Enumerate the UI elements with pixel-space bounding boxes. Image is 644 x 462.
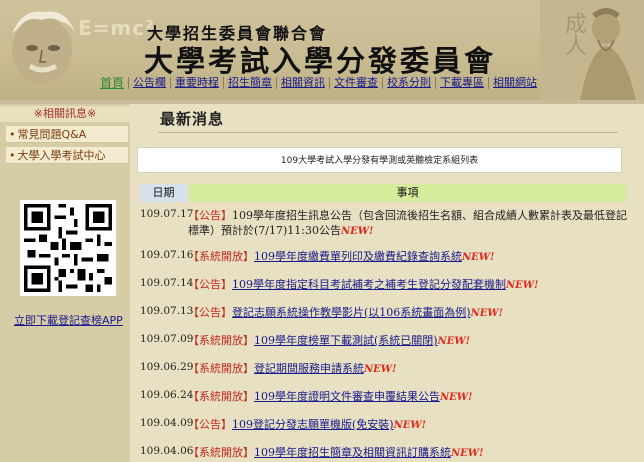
nav-document-review[interactable]: 文件審查 xyxy=(330,74,382,92)
list-item: 109.06.29 【系統開放】登記期間服務申請系統NEW! xyxy=(140,361,630,377)
news-content: 【系統開放】109學年度榜單下載測試(系統已關閉)NEW! xyxy=(188,333,630,349)
download-app-link[interactable]: 立即下載登記查榜APP xyxy=(14,312,123,328)
einstein-portrait-icon xyxy=(12,11,76,84)
table-header-item: 事項 xyxy=(189,184,626,202)
main-content: 最新消息 109大學考試入學分發有學測或英聽檢定系組列表 日期 事項 109.0… xyxy=(130,104,644,462)
sidebar-title: ※相關訊息※ xyxy=(0,106,130,122)
news-date: 109.04.06 xyxy=(140,445,194,457)
news-link[interactable]: 109學年度繳費單列印及繳費紀錄查詢系統 xyxy=(254,250,462,263)
news-category: 【系統開放】 xyxy=(188,362,254,375)
new-badge: NEW! xyxy=(340,226,374,237)
nav-related-sites[interactable]: 相關網站 xyxy=(489,74,541,92)
news-content: 【公告】109登記分發志願單機版(免安裝)NEW! xyxy=(188,417,630,433)
nav-downloads[interactable]: 下載專區 xyxy=(436,74,488,92)
list-item: 109.04.06 【系統開放】109學年度招生簡章及相關資訊訂購系統NEW! xyxy=(140,445,630,461)
sidebar-item-faq[interactable]: • 常見問題Q&A xyxy=(6,126,128,143)
top-nav: 首頁 公告欄 重要時程 招生簡章 相關資訊 文件審查 校系分則 下載專區 相關網… xyxy=(96,74,541,92)
news-content: 【公告】109學年度指定科目考試補考之補考生登記分發配套機制NEW! xyxy=(188,277,630,293)
nav-prospectus[interactable]: 招生簡章 xyxy=(224,74,276,92)
news-category: 【公告】 xyxy=(188,209,232,222)
page-title: 最新消息 xyxy=(160,110,225,128)
news-content: 【系統開放】登記期間服務申請系統NEW! xyxy=(188,361,630,377)
new-badge: NEW! xyxy=(462,252,495,263)
nav-announcements[interactable]: 公告欄 xyxy=(129,74,170,92)
news-date: 109.06.29 xyxy=(140,361,194,373)
nav-home[interactable]: 首頁 xyxy=(96,74,128,92)
qr-code-icon[interactable] xyxy=(20,200,116,296)
list-item: 109.07.13 【公告】登記志願系統操作教學影片(以106系統畫面為例)NEW… xyxy=(140,305,630,321)
news-link[interactable]: 109登記分發志願單機版(免安裝) xyxy=(232,418,394,431)
site-header: E=mc² 大學招生委員會聯合會 大學考試入學分發委員會 成人 首頁 公告欄 重… xyxy=(0,0,644,100)
news-category: 【公告】 xyxy=(188,306,232,319)
news-text: 109學年度招生訊息公告（包含回流後招生名額、組合成績人數累計表及最低登記標準）… xyxy=(188,209,627,237)
news-category: 【公告】 xyxy=(188,278,232,291)
list-item: 109.07.16 【系統開放】109學年度繳費單列印及繳費紀錄查詢系統NEW! xyxy=(140,249,630,265)
list-item: 109.07.17 【公告】109學年度招生訊息公告（包含回流後招生名額、組合成績… xyxy=(140,208,630,239)
news-content: 【公告】登記志願系統操作教學影片(以106系統畫面為例)NEW! xyxy=(188,305,630,321)
news-date: 109.07.14 xyxy=(140,277,194,289)
list-item: 109.07.09 【系統開放】109學年度榜單下載測試(系統已關閉)NEW! xyxy=(140,333,630,349)
news-content: 【公告】109學年度招生訊息公告（包含回流後招生名額、組合成績人數累計表及最低登… xyxy=(188,208,630,239)
news-date: 109.07.09 xyxy=(140,333,194,345)
news-category: 【公告】 xyxy=(188,418,232,431)
news-content: 【系統開放】109學年度繳費單列印及繳費紀錄查詢系統NEW! xyxy=(188,249,630,265)
news-link[interactable]: 109學年度招生簡章及相關資訊訂購系統 xyxy=(254,446,451,459)
news-date: 109.07.13 xyxy=(140,305,194,317)
sidebar-item-label: 大學入學考試中心 xyxy=(17,149,106,162)
news-list: 109.07.17 【公告】109學年度招生訊息公告（包含回流後招生名額、組合成績… xyxy=(140,208,630,462)
news-link[interactable]: 109學年度證明文件審查申覆結果公告 xyxy=(254,390,440,403)
bullet-icon: • xyxy=(9,128,16,141)
nav-related-info[interactable]: 相關資訊 xyxy=(277,74,329,92)
news-date: 109.04.09 xyxy=(140,417,194,429)
news-link[interactable]: 109學年度榜單下載測試(系統已關閉) xyxy=(254,334,438,347)
list-item: 109.06.24 【系統開放】109學年度證明文件審查申覆結果公告NEW! xyxy=(140,389,630,405)
news-content: 【系統開放】109學年度招生簡章及相關資訊訂購系統NEW! xyxy=(188,445,630,461)
sidebar-item-ceec[interactable]: • 大學入學考試中心 xyxy=(6,147,128,164)
news-date: 109.07.17 xyxy=(140,208,194,220)
news-category: 【系統開放】 xyxy=(188,446,254,459)
news-content: 【系統開放】109學年度證明文件審查申覆結果公告NEW! xyxy=(188,389,630,405)
list-item: 109.07.14 【公告】109學年度指定科目考試補考之補考生登記分發配套機制N… xyxy=(140,277,630,293)
new-badge: NEW! xyxy=(440,392,473,403)
new-badge: NEW! xyxy=(451,448,484,459)
news-link[interactable]: 登記期間服務申請系統 xyxy=(254,362,364,375)
bullet-icon: • xyxy=(9,149,16,162)
notice-banner[interactable]: 109大學考試入學分發有學測或英聽檢定系組列表 xyxy=(137,147,622,173)
confucius-portrait-icon xyxy=(540,0,644,100)
nav-department-rules[interactable]: 校系分則 xyxy=(383,74,435,92)
new-badge: NEW! xyxy=(506,280,539,291)
news-date: 109.07.16 xyxy=(140,249,194,261)
news-link[interactable]: 登記志願系統操作教學影片(以106系統畫面為例) xyxy=(232,306,471,319)
new-badge: NEW! xyxy=(437,336,470,347)
news-date: 109.06.24 xyxy=(140,389,194,401)
nav-schedule[interactable]: 重要時程 xyxy=(171,74,223,92)
list-item: 109.04.09 【公告】109登記分發志願單機版(免安裝)NEW! xyxy=(140,417,630,433)
new-badge: NEW! xyxy=(470,308,503,319)
news-link[interactable]: 109學年度指定科目考試補考之補考生登記分發配套機制 xyxy=(232,278,506,291)
table-header-date: 日期 xyxy=(140,184,187,202)
new-badge: NEW! xyxy=(364,364,397,375)
news-category: 【系統開放】 xyxy=(188,250,254,263)
news-category: 【系統開放】 xyxy=(188,334,254,347)
new-badge: NEW! xyxy=(393,420,426,431)
emc-watermark: E=mc² xyxy=(78,16,155,40)
calligraphy-decoration: 成人 xyxy=(561,12,586,56)
title-divider xyxy=(158,132,618,133)
sidebar: ※相關訊息※ • 常見問題Q&A • 大學入學考試中心 立即下載登記查榜APP xyxy=(0,104,130,462)
news-category: 【系統開放】 xyxy=(188,390,254,403)
sidebar-item-label: 常見問題Q&A xyxy=(17,128,87,141)
